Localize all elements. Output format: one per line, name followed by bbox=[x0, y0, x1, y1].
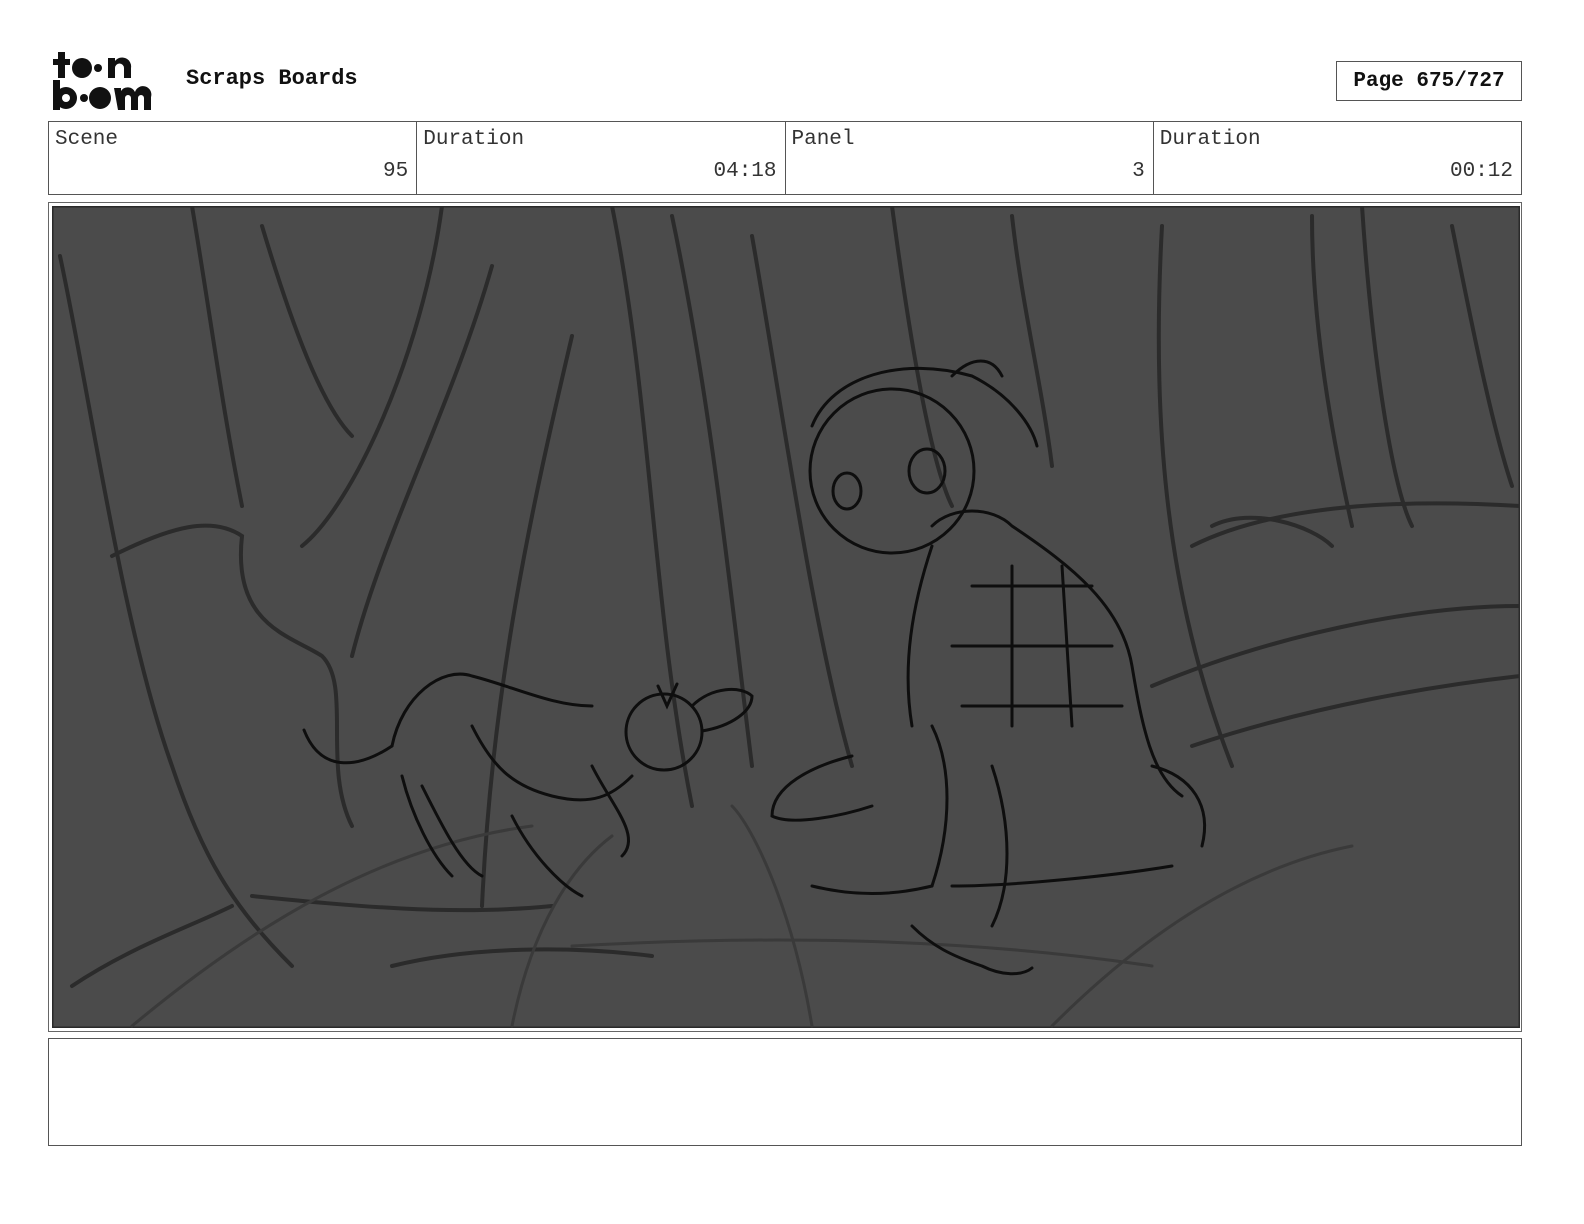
panel-duration-cell: Duration 00:12 bbox=[1154, 122, 1521, 194]
scene-cell: Scene 95 bbox=[49, 122, 418, 194]
storyboard-panel-sketch bbox=[52, 206, 1520, 1028]
panel-label: Panel bbox=[791, 128, 855, 151]
panel-notes-box bbox=[48, 1038, 1522, 1146]
info-row: Scene 95 Duration 04:18 Panel 3 Duration… bbox=[48, 121, 1522, 195]
scene-label: Scene bbox=[55, 128, 119, 151]
scene-value: 95 bbox=[383, 160, 409, 183]
scene-duration-cell: Duration 04:18 bbox=[417, 122, 786, 194]
panel-value: 3 bbox=[1132, 160, 1145, 183]
scene-duration-label: Duration bbox=[423, 128, 525, 151]
document-title: Scraps Boards bbox=[186, 66, 358, 91]
panel-cell: Panel 3 bbox=[786, 122, 1154, 194]
panel-duration-label: Duration bbox=[1159, 128, 1261, 151]
page-counter: Page 675/727 bbox=[1336, 61, 1522, 101]
toon-boom-logo bbox=[53, 52, 152, 110]
scene-duration-value: 04:18 bbox=[713, 160, 777, 183]
panel-duration-value: 00:12 bbox=[1449, 160, 1513, 183]
